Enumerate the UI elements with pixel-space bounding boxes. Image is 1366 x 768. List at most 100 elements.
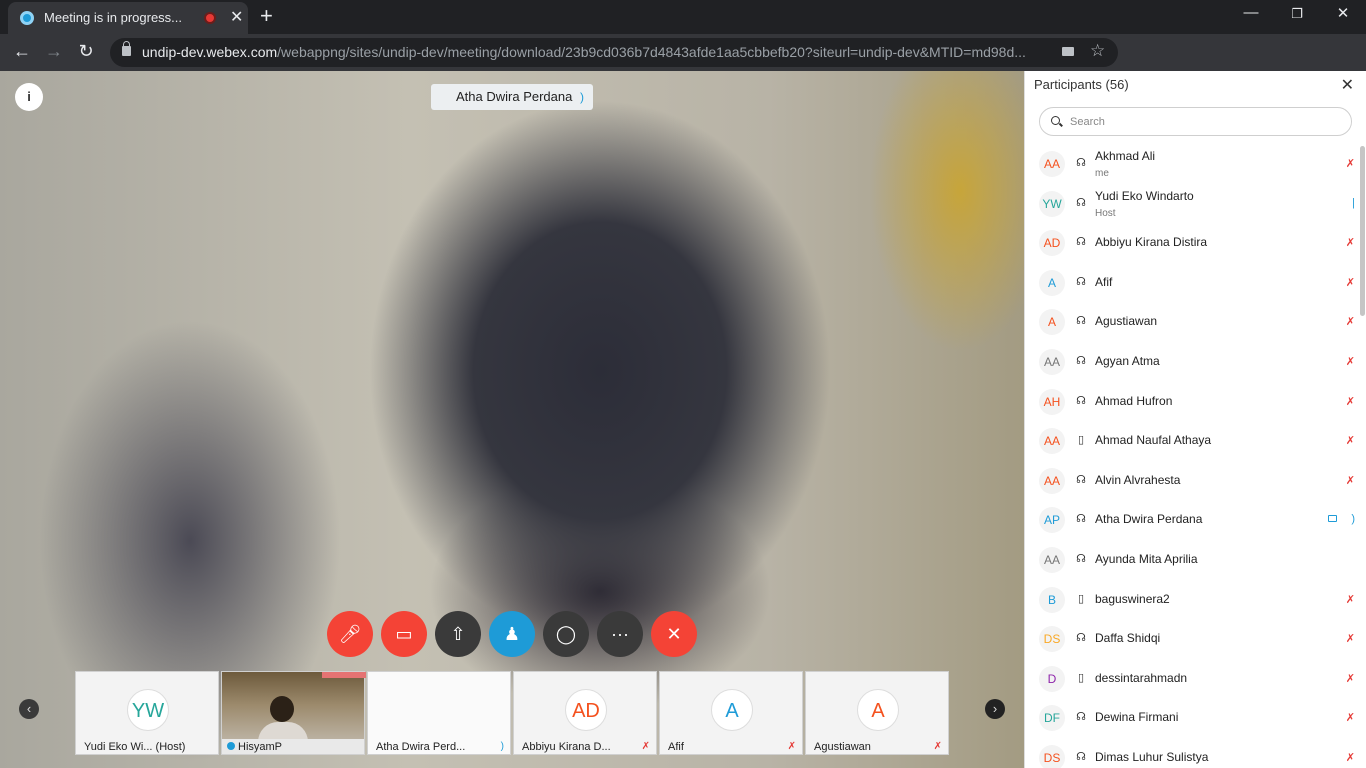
headset-icon: ☊ bbox=[1076, 315, 1086, 328]
thumbnail-participant[interactable]: A Agustiawan ✗ bbox=[805, 671, 949, 755]
mic-muted-icon[interactable]: ✗ bbox=[1346, 711, 1355, 724]
chat-icon: ◯ bbox=[555, 624, 577, 644]
participant-row[interactable]: B ▯ baguswinera2 ✗ bbox=[1025, 580, 1366, 620]
mic-off-icon: 🎤︎ bbox=[338, 624, 362, 644]
participant-row[interactable]: AA ☊ Ayunda Mita Aprilia bbox=[1025, 540, 1366, 580]
panel-scrollbar[interactable] bbox=[1360, 146, 1365, 316]
more-button[interactable]: ··· bbox=[597, 611, 643, 657]
mic-muted-icon[interactable]: ✗ bbox=[1346, 315, 1355, 328]
url-text[interactable]: undip-dev.webex.com/webappng/sites/undip… bbox=[142, 44, 1047, 60]
mic-on-icon[interactable]: | bbox=[1352, 197, 1355, 209]
headset-icon: ☊ bbox=[1076, 157, 1086, 169]
participant-row[interactable]: YW ☊ Yudi Eko Windarto Host | bbox=[1025, 184, 1366, 224]
bookmark-star-icon[interactable]: ☆ bbox=[1090, 41, 1105, 61]
minimize-window-button[interactable]: — bbox=[1231, 4, 1271, 21]
participant-row[interactable]: DS ☊ Daffa Shidqi ✗ bbox=[1025, 619, 1366, 659]
mic-muted-icon[interactable]: ✗ bbox=[1346, 632, 1355, 645]
headset-icon: ☊ bbox=[1076, 632, 1086, 645]
chat-button[interactable]: ◯ bbox=[543, 611, 589, 657]
avatar: A bbox=[711, 689, 753, 731]
mic-muted-icon[interactable]: ✗ bbox=[1346, 236, 1355, 249]
avatar: AA bbox=[1039, 428, 1065, 455]
close-window-button[interactable]: ✕ bbox=[1323, 4, 1363, 22]
recording-indicator-icon bbox=[204, 12, 216, 24]
avatar: AD bbox=[565, 689, 607, 731]
lock-icon bbox=[122, 41, 131, 56]
headset-icon: ☊ bbox=[1076, 552, 1086, 565]
speaking-indicator-icon: ) bbox=[580, 90, 584, 104]
search-input[interactable] bbox=[1070, 113, 1340, 131]
address-bar[interactable]: undip-dev.webex.com/webappng/sites/undip… bbox=[110, 38, 1118, 67]
avatar: B bbox=[1039, 586, 1065, 613]
reload-button[interactable]: ↻ bbox=[74, 41, 98, 62]
leave-button[interactable]: ✕ bbox=[651, 611, 697, 657]
avatar: YW bbox=[1039, 190, 1065, 217]
mic-muted-icon[interactable]: ✗ bbox=[1346, 157, 1355, 170]
speaking-indicator-icon: ) bbox=[500, 741, 504, 752]
close-icon: ✕ bbox=[666, 624, 682, 644]
mic-muted-icon[interactable]: ✗ bbox=[1346, 593, 1355, 606]
mic-muted-icon[interactable]: ✗ bbox=[1346, 395, 1355, 408]
new-tab-button[interactable]: + bbox=[260, 3, 273, 29]
phone-icon: ▯ bbox=[1077, 671, 1085, 684]
mic-muted-icon[interactable]: ✗ bbox=[1346, 355, 1355, 368]
meeting-info-icon[interactable]: i bbox=[15, 83, 43, 111]
participant-row[interactable]: AA ☊ Akhmad Ali me ✗ bbox=[1025, 144, 1366, 184]
avatar: A bbox=[857, 689, 899, 731]
thumbnail-participant-video[interactable]: HisyamP bbox=[221, 671, 366, 755]
participant-row[interactable]: AA ☊ Agyan Atma ✗ bbox=[1025, 342, 1366, 382]
participant-search[interactable] bbox=[1039, 107, 1352, 136]
participant-row[interactable]: A ☊ Afif ✗ bbox=[1025, 263, 1366, 303]
participant-row[interactable]: A ☊ Agustiawan ✗ bbox=[1025, 302, 1366, 342]
participants-button[interactable]: ♟︎ bbox=[489, 611, 535, 657]
avatar: YW bbox=[127, 689, 169, 731]
tab-close-icon[interactable]: ✕ bbox=[230, 7, 243, 27]
participant-row[interactable]: D ▯ dessintarahmadn ✗ bbox=[1025, 659, 1366, 699]
phone-icon: ▯ bbox=[1077, 592, 1085, 605]
browser-tab[interactable]: Meeting is in progress... ✕ bbox=[8, 2, 248, 34]
participant-video-head bbox=[270, 696, 294, 722]
thumbnail-participant[interactable]: A Afif ✗ bbox=[659, 671, 803, 755]
mic-muted-icon[interactable]: ✗ bbox=[1346, 474, 1355, 487]
forward-button[interactable]: → bbox=[42, 41, 66, 62]
active-speaker-label: Atha Dwira Perdana ) bbox=[431, 84, 593, 110]
thumbnail-name: Abbiyu Kirana D... bbox=[522, 741, 611, 753]
thumbnail-participant[interactable]: Atha Dwira Perd... ) bbox=[367, 671, 511, 755]
tab-title: Meeting is in progress... bbox=[44, 10, 183, 25]
participant-name: Dewina Firmani bbox=[1095, 710, 1179, 725]
speaking-indicator-icon[interactable]: ) bbox=[1351, 513, 1355, 525]
video-on-icon bbox=[1328, 515, 1337, 523]
thumbnails-next-arrow[interactable]: › bbox=[985, 699, 1005, 719]
participant-row[interactable]: AD ☊ Abbiyu Kirana Distira ✗ bbox=[1025, 223, 1366, 263]
participant-row[interactable]: DS ☊ Dimas Luhur Sulistya ✗ bbox=[1025, 738, 1366, 768]
thumbnail-participant[interactable]: AD Abbiyu Kirana D... ✗ bbox=[513, 671, 657, 755]
mic-muted-icon[interactable]: ✗ bbox=[1346, 434, 1355, 447]
mic-muted-icon[interactable]: ✗ bbox=[1346, 672, 1355, 685]
participant-row[interactable]: AP ☊ Atha Dwira Perdana) bbox=[1025, 500, 1366, 540]
participants-panel: Participants (56) ✕ AA☊Akhmad Alime✗YW☊Y… bbox=[1024, 71, 1366, 768]
thumbnails-prev-arrow[interactable]: ‹ bbox=[19, 699, 39, 719]
video-off-icon: ▭ bbox=[395, 624, 413, 644]
participant-row[interactable]: AH ☊ Ahmad Hufron ✗ bbox=[1025, 382, 1366, 422]
restore-window-button[interactable]: ❐ bbox=[1277, 6, 1317, 22]
stop-video-button[interactable]: ▭ bbox=[381, 611, 427, 657]
avatar: A bbox=[1039, 269, 1065, 296]
mic-muted-icon[interactable]: ✗ bbox=[1346, 751, 1355, 764]
search-icon bbox=[1051, 116, 1060, 125]
mute-button[interactable]: 🎤︎ bbox=[327, 611, 373, 657]
video-overlay-bar bbox=[322, 672, 366, 678]
thumbnail-name: Yudi Eko Wi... (Host) bbox=[84, 741, 186, 753]
mic-muted-icon[interactable]: ✗ bbox=[1346, 276, 1355, 289]
camera-in-use-icon[interactable] bbox=[1062, 47, 1074, 56]
participant-row[interactable]: DF ☊ Dewina Firmani ✗ bbox=[1025, 698, 1366, 738]
avatar: AA bbox=[1039, 151, 1065, 177]
thumbnail-participant[interactable]: YW Yudi Eko Wi... (Host) bbox=[75, 671, 219, 755]
thumbnail-name: Atha Dwira Perd... bbox=[376, 741, 466, 753]
headset-icon: ☊ bbox=[1076, 513, 1086, 526]
participant-row[interactable]: AA ☊ Alvin Alvrahesta ✗ bbox=[1025, 461, 1366, 501]
share-button[interactable]: ⇧ bbox=[435, 611, 481, 657]
participant-row[interactable]: AA ▯ Ahmad Naufal Athaya ✗ bbox=[1025, 421, 1366, 461]
back-button[interactable]: ← bbox=[10, 41, 34, 62]
participant-name: Yudi Eko Windarto bbox=[1095, 188, 1194, 203]
close-panel-icon[interactable]: ✕ bbox=[1341, 75, 1354, 95]
